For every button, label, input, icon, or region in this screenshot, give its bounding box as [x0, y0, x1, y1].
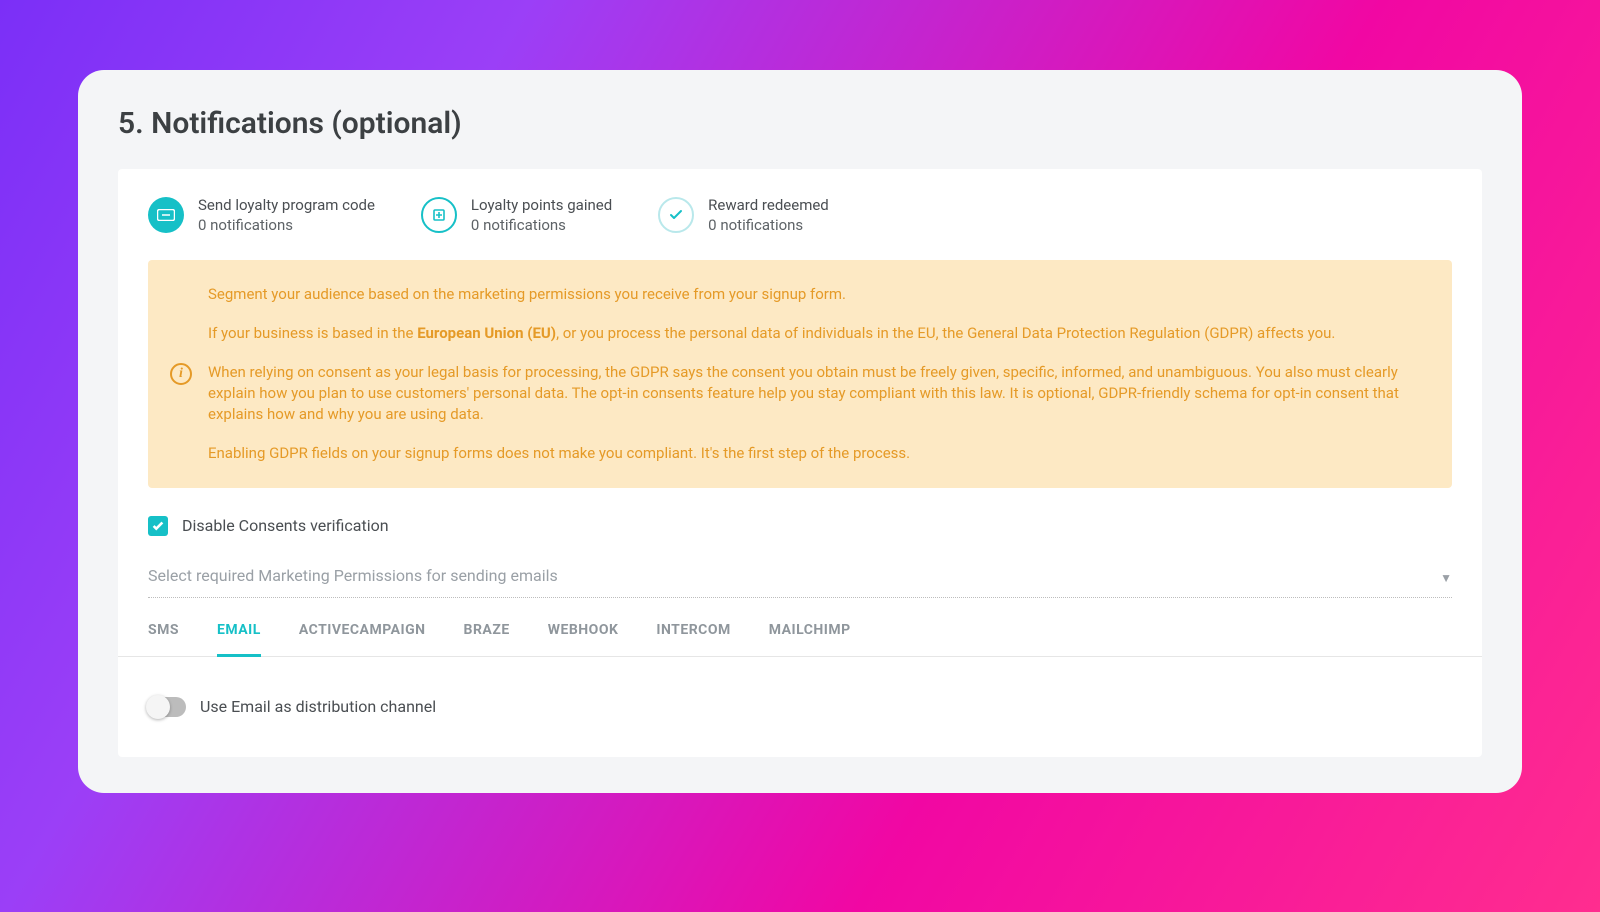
tab-activecampaign[interactable]: ACTIVECAMPAIGN — [299, 612, 426, 656]
section-title: 5. Notifications (optional) — [118, 106, 1482, 141]
notif-count: 0 notifications — [708, 215, 829, 235]
chevron-down-icon: ▼ — [1440, 571, 1452, 591]
tab-intercom[interactable]: INTERCOM — [656, 612, 730, 656]
alert-paragraph: If your business is based in the Europea… — [208, 323, 1422, 344]
select-placeholder: Select required Marketing Permissions fo… — [148, 566, 558, 591]
check-icon — [658, 197, 694, 233]
email-channel-toggle[interactable] — [148, 697, 186, 717]
points-icon — [421, 197, 457, 233]
settings-card: 5. Notifications (optional) Send loyalty… — [78, 70, 1522, 793]
notif-item-loyalty-code[interactable]: Send loyalty program code 0 notification… — [148, 195, 375, 236]
email-channel-row: Use Email as distribution channel — [118, 657, 1482, 717]
ticket-icon — [148, 197, 184, 233]
disable-consents-row: Disable Consents verification — [118, 488, 1482, 558]
email-channel-label: Use Email as distribution channel — [200, 697, 436, 716]
tab-mailchimp[interactable]: MAILCHIMP — [769, 612, 851, 656]
notification-summary-row: Send loyalty program code 0 notification… — [118, 195, 1482, 260]
tab-email[interactable]: EMAIL — [217, 612, 261, 657]
marketing-permissions-select[interactable]: Select required Marketing Permissions fo… — [148, 558, 1452, 598]
alert-bold: European Union (EU) — [417, 324, 556, 342]
tab-braze[interactable]: BRAZE — [464, 612, 510, 656]
notif-count: 0 notifications — [198, 215, 375, 235]
alert-paragraph: Enabling GDPR fields on your signup form… — [208, 443, 1422, 464]
alert-paragraph: Segment your audience based on the marke… — [208, 284, 1422, 305]
channel-tabs: SMS EMAIL ACTIVECAMPAIGN BRAZE WEBHOOK I… — [118, 598, 1482, 657]
alert-text: , or you process the personal data of in… — [556, 324, 1335, 342]
notif-item-reward[interactable]: Reward redeemed 0 notifications — [658, 195, 829, 236]
alert-paragraph: When relying on consent as your legal ba… — [208, 362, 1422, 425]
info-icon: i — [170, 363, 192, 385]
disable-consents-label: Disable Consents verification — [182, 516, 389, 535]
section-body: Send loyalty program code 0 notification… — [118, 169, 1482, 757]
tab-webhook[interactable]: WEBHOOK — [548, 612, 619, 656]
alert-text: If your business is based in the — [208, 324, 417, 342]
notif-item-points[interactable]: Loyalty points gained 0 notifications — [421, 195, 612, 236]
notif-count: 0 notifications — [471, 215, 612, 235]
gdpr-alert: i Segment your audience based on the mar… — [148, 260, 1452, 488]
disable-consents-checkbox[interactable] — [148, 516, 168, 536]
notif-title: Loyalty points gained — [471, 195, 612, 215]
notif-title: Reward redeemed — [708, 195, 829, 215]
tab-sms[interactable]: SMS — [148, 612, 179, 656]
notif-title: Send loyalty program code — [198, 195, 375, 215]
